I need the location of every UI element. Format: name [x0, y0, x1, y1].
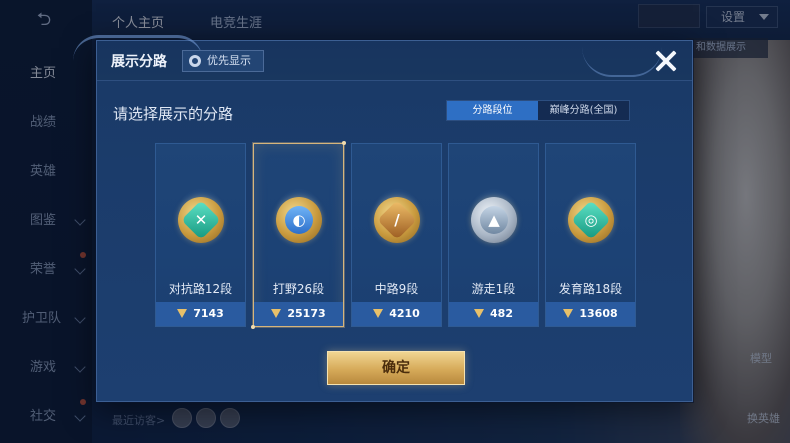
gear-icon	[189, 55, 201, 67]
dialog-title: 展示分路	[111, 54, 167, 70]
selection-corner	[251, 325, 255, 329]
lane-rank-label: 对抗路12段	[168, 282, 233, 296]
tab-lane-rank[interactable]: 分路段位	[447, 101, 538, 120]
lane-rank-label: 中路9段	[374, 282, 419, 296]
confirm-button[interactable]: 确定	[327, 351, 465, 385]
lane-points: 482	[449, 302, 538, 326]
roam-medal-icon: ▲	[471, 197, 517, 243]
close-button[interactable]	[652, 47, 680, 75]
lane-rank-label: 发育路18段	[558, 282, 623, 296]
points-icon	[271, 309, 282, 318]
points-icon	[563, 309, 574, 318]
lane-points: 7143	[156, 302, 245, 326]
lane-card-mid[interactable]: / 中路9段 4210	[351, 143, 442, 327]
lane-rank-label: 游走1段	[471, 282, 516, 296]
lane-card-farm[interactable]: ◎ 发育路18段 13608	[545, 143, 636, 327]
lane-rank-label: 打野26段	[272, 282, 325, 296]
lane-points-value: 7143	[193, 307, 224, 320]
lane-points-value: 482	[490, 307, 513, 320]
clash-lane-medal-icon: ✕	[178, 197, 224, 243]
lane-points-value: 4210	[389, 307, 420, 320]
jungle-medal-icon: ◐	[276, 197, 322, 243]
lane-tab-switch: 分路段位 巅峰分路(全国)	[446, 100, 630, 121]
medal-glyph: /	[394, 211, 400, 229]
priority-display-button[interactable]: 优先显示	[182, 50, 264, 72]
medal-glyph: ✕	[194, 211, 208, 229]
lane-points: 13608	[546, 302, 635, 326]
dialog-prompt: 请选择展示的分路	[113, 105, 234, 123]
lane-card-jungle[interactable]: ◐ 打野26段 25173	[251, 141, 346, 329]
medal-glyph: ▲	[488, 211, 500, 229]
selection-corner	[342, 141, 346, 145]
lane-display-dialog: 展示分路 优先显示 请选择展示的分路 分路段位 巅峰分路(全国) ✕ 对抗路12…	[73, 35, 693, 402]
mid-lane-medal-icon: /	[374, 197, 420, 243]
medal-glyph: ◐	[292, 211, 306, 229]
points-icon	[474, 309, 485, 318]
lane-points-value: 25173	[287, 307, 326, 320]
lane-points: 4210	[352, 302, 441, 326]
tab-peak-lane[interactable]: 巅峰分路(全国)	[538, 101, 629, 120]
lane-points: 25173	[254, 302, 343, 326]
lane-points-value: 13608	[579, 307, 618, 320]
priority-display-label: 优先显示	[207, 54, 251, 67]
lane-card-roam[interactable]: ▲ 游走1段 482	[448, 143, 539, 327]
dialog-header: 展示分路 优先显示	[73, 35, 692, 81]
medal-glyph: ◎	[584, 211, 598, 229]
points-icon	[373, 309, 384, 318]
lane-card-clash[interactable]: ✕ 对抗路12段 7143	[155, 143, 246, 327]
cloud-ornament	[582, 47, 662, 77]
farm-lane-medal-icon: ◎	[568, 197, 614, 243]
points-icon	[177, 309, 188, 318]
